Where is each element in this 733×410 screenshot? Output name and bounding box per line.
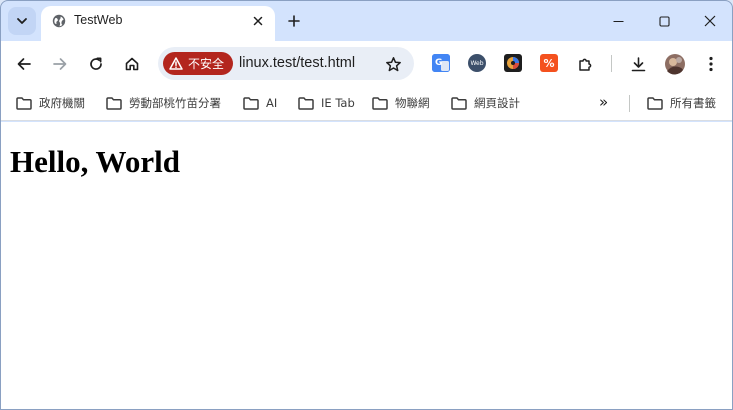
new-tab-button[interactable] [283, 10, 305, 32]
bookmark-folder-iot[interactable]: 物聯網 [372, 94, 430, 112]
bookmarks-overflow-button[interactable]: » [599, 93, 608, 111]
bookmark-label: AI [266, 96, 278, 110]
folder-icon [451, 96, 467, 110]
security-indicator[interactable]: 不安全 [163, 52, 234, 75]
star-icon [385, 56, 401, 71]
arrow-right-icon [53, 58, 67, 70]
chevron-down-icon [17, 18, 27, 24]
bookmark-star-button[interactable] [383, 54, 403, 74]
toolbar: 不安全 linux.test/test.html G Web % [1, 41, 732, 86]
forward-button[interactable] [46, 50, 74, 78]
percent-extension-icon[interactable]: % [540, 54, 558, 72]
bookmarks-bar: 政府機關 勞動部桃竹苗分署 AI IE Tab 物聯網 網頁設計 » 所有書籤 [1, 86, 732, 121]
downloads-button[interactable] [624, 50, 652, 78]
browser-window: TestWeb 不安全 linux.test/test.html G Web %… [0, 0, 733, 410]
bookmark-label: 勞動部桃竹苗分署 [129, 96, 221, 110]
puzzle-icon [578, 58, 591, 71]
folder-icon [298, 96, 314, 110]
tab-title: TestWeb [74, 13, 123, 27]
extensions-menu-button[interactable] [571, 50, 599, 78]
folder-icon [106, 96, 122, 110]
bookmark-folder-gov[interactable]: 政府機關 [16, 94, 85, 112]
url-text[interactable]: linux.test/test.html [239, 55, 355, 71]
folder-icon [16, 96, 32, 110]
bookmark-label: IE Tab [321, 96, 355, 110]
folder-icon [647, 96, 663, 110]
profile-button[interactable] [661, 50, 689, 78]
page-heading: Hello, World [10, 144, 180, 179]
more-vert-icon [709, 56, 713, 72]
page-content: Hello, World [1, 122, 732, 409]
bookmark-folder-all[interactable]: 所有書籤 [647, 94, 716, 112]
tab-strip: TestWeb [1, 1, 732, 41]
tab-search-button[interactable] [8, 7, 36, 35]
web-extension-icon[interactable]: Web [468, 54, 486, 72]
avatar [665, 54, 685, 75]
color-wheel-icon [507, 57, 519, 69]
home-icon [125, 57, 139, 71]
bookmark-label: 政府機關 [39, 96, 85, 110]
bookmark-label: 所有書籤 [670, 96, 716, 110]
address-bar[interactable]: 不安全 linux.test/test.html [158, 47, 414, 80]
home-button[interactable] [118, 50, 146, 78]
overflow-chevron-icon: » [599, 93, 609, 111]
color-picker-extension-icon[interactable] [504, 54, 522, 72]
reload-icon [90, 57, 102, 70]
security-label: 不安全 [188, 57, 225, 71]
percent-extension-label: % [543, 56, 555, 70]
tab-testweb[interactable]: TestWeb [41, 6, 275, 41]
svg-text:G: G [435, 58, 442, 68]
globe-icon [52, 14, 66, 28]
close-icon [253, 16, 263, 26]
bookmarks-divider [629, 95, 630, 112]
google-translate-icon[interactable]: G [432, 54, 450, 72]
plus-icon [288, 15, 300, 27]
window-close-button[interactable] [687, 1, 732, 41]
bookmark-label: 網頁設計 [474, 96, 520, 110]
download-icon [631, 56, 645, 71]
bookmark-folder-ietab[interactable]: IE Tab [298, 94, 355, 112]
tab-close-button[interactable] [249, 12, 267, 30]
minimize-button[interactable] [595, 1, 641, 41]
bookmark-folder-labor[interactable]: 勞動部桃竹苗分署 [106, 94, 221, 112]
maximize-icon [658, 15, 670, 27]
folder-icon [243, 96, 259, 110]
bookmark-label: 物聯網 [395, 96, 430, 110]
folder-icon [372, 96, 388, 110]
web-extension-label: Web [470, 59, 484, 67]
close-icon [704, 15, 716, 27]
bookmark-folder-webdesign[interactable]: 網頁設計 [451, 94, 520, 112]
bookmark-folder-ai[interactable]: AI [243, 94, 277, 112]
warning-icon [169, 57, 183, 70]
maximize-button[interactable] [641, 1, 687, 41]
toolbar-divider [611, 55, 612, 72]
arrow-left-icon [17, 58, 31, 70]
translate-glyph-icon: G [432, 54, 450, 72]
reload-button[interactable] [82, 50, 110, 78]
back-button[interactable] [10, 50, 38, 78]
minimize-icon [613, 20, 623, 22]
menu-button[interactable] [697, 50, 725, 78]
